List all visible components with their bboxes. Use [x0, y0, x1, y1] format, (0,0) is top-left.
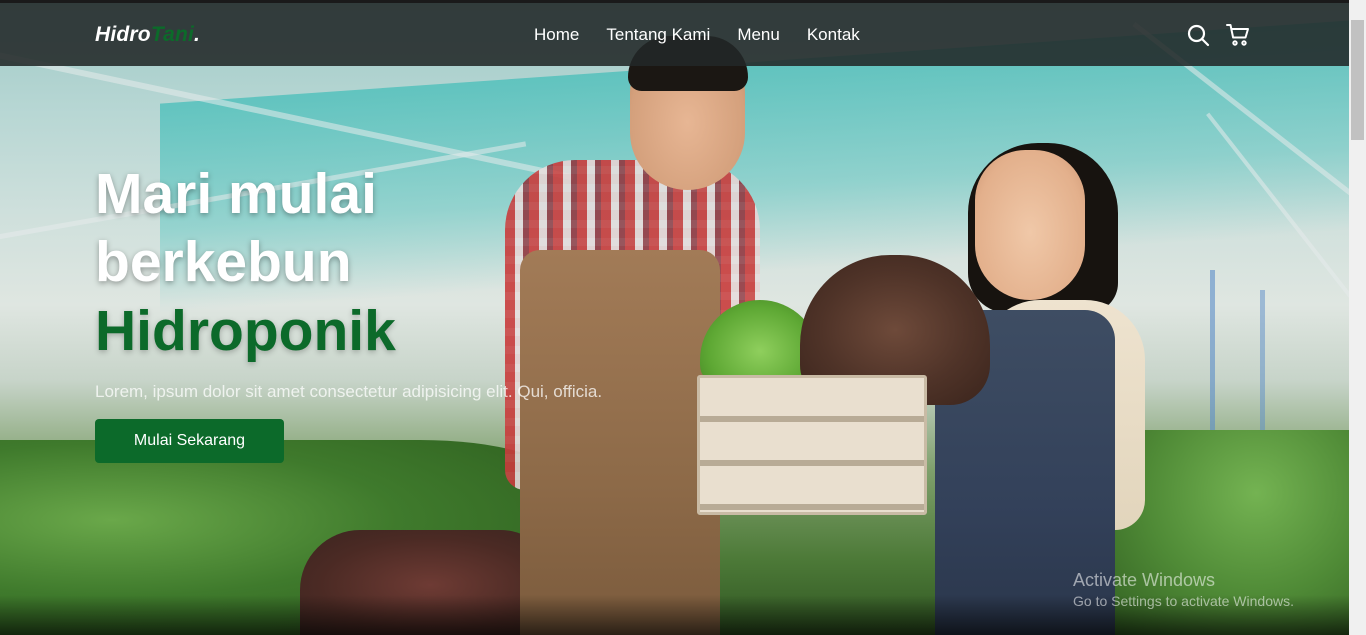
start-now-button[interactable]: Mulai Sekarang: [95, 418, 284, 463]
wooden-crate: [697, 375, 927, 515]
hero-title: Mari mulai berkebun Hidroponik: [95, 160, 635, 365]
hero-content: Mari mulai berkebun Hidroponik Lorem, ip…: [95, 160, 635, 463]
brand-part-3: .: [194, 23, 201, 46]
watermark-subtitle: Go to Settings to activate Windows.: [1073, 593, 1294, 609]
nav-menu: Home Tentang Kami Menu Kontak: [534, 25, 887, 45]
scrollbar-thumb[interactable]: [1351, 20, 1364, 140]
brand-part-1: Hidro: [95, 23, 151, 46]
window-top-border: [0, 0, 1366, 3]
navbar: Hidro Tani . Home Tentang Kami Menu Kont…: [0, 3, 1349, 66]
hero-title-accent: Hidroponik: [95, 298, 396, 363]
watermark-title: Activate Windows: [1073, 570, 1216, 590]
search-icon[interactable]: [1186, 23, 1210, 47]
brand-logo[interactable]: Hidro Tani .: [95, 23, 200, 47]
cart-icon[interactable]: [1226, 23, 1250, 47]
nav-link-tentang-kami[interactable]: Tentang Kami: [606, 25, 710, 45]
nav-icons: [1186, 23, 1250, 47]
brand-part-2: Tani: [150, 23, 195, 46]
hero-title-line-2: berkebun: [95, 230, 352, 295]
page: Hidro Tani . Home Tentang Kami Menu Kont…: [0, 0, 1366, 635]
nav-link-home[interactable]: Home: [534, 25, 579, 45]
nav-link-kontak[interactable]: Kontak: [807, 25, 860, 45]
hero-title-line-1: Mari mulai: [95, 162, 377, 226]
activate-windows-watermark: Activate Windows Go to Settings to activ…: [1073, 570, 1294, 609]
hero-description: Lorem, ipsum dolor sit amet consectetur …: [95, 382, 603, 402]
page-scrollbar[interactable]: [1349, 0, 1366, 635]
nav-link-menu[interactable]: Menu: [737, 25, 780, 45]
woman-face: [975, 150, 1085, 300]
